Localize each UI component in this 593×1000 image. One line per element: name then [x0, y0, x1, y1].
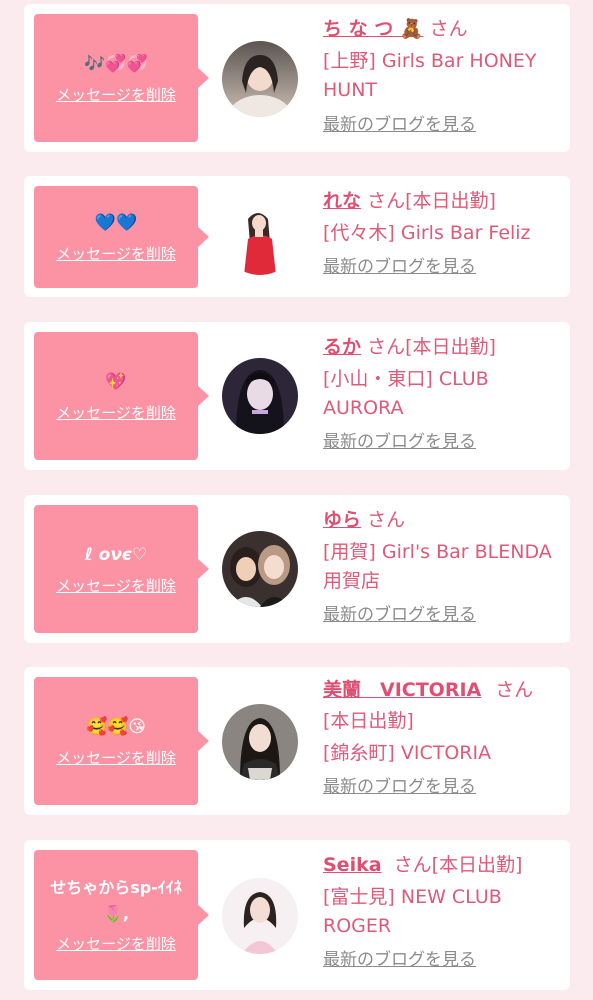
- honorific: さん: [495, 679, 534, 701]
- blog-link[interactable]: 最新のブログを見る: [323, 255, 476, 279]
- honorific: さん[本日出勤]: [367, 336, 496, 358]
- delete-message-link[interactable]: メッセージを削除: [56, 402, 176, 424]
- message-bubble: 💖 メッセージを削除: [34, 332, 209, 460]
- honorific: さん: [367, 509, 406, 531]
- delete-message-link[interactable]: メッセージを削除: [56, 747, 176, 769]
- blog-link[interactable]: 最新のブログを見る: [323, 603, 476, 627]
- blog-link[interactable]: 最新のブログを見る: [323, 775, 476, 799]
- status-line: [本日出勤]: [323, 710, 414, 732]
- shop-name: [錦糸町] VICTORIA: [323, 742, 492, 764]
- name-line: 美蘭 VICTORIA さん: [323, 675, 559, 705]
- message-text: 🥰🥰😘: [85, 717, 147, 737]
- message-text: 💖: [105, 372, 127, 392]
- avatar[interactable]: [222, 358, 298, 434]
- shop-name: [富士見] NEW CLUB ROGER: [323, 886, 502, 937]
- message-card: 🥰🥰😘 メッセージを削除 美蘭 VICTORIA さん [本日出勤] [錦糸町]…: [24, 667, 570, 815]
- shop-name: [上野] Girls Bar HONEY HUNT: [323, 50, 537, 101]
- name-line: ち な つ 🧸 さん: [323, 14, 559, 44]
- delete-message-link[interactable]: メッセージを削除: [56, 575, 176, 597]
- delete-message-link[interactable]: メッセージを削除: [56, 84, 176, 106]
- message-card: せちゃからsp-ｲｲﾈ🌷, メッセージを削除 Seika さん[本日出勤] [富…: [24, 840, 570, 990]
- cast-name-link[interactable]: Seika: [323, 854, 382, 876]
- cast-name-link[interactable]: ゆら: [323, 509, 361, 531]
- cast-name-link[interactable]: るか: [323, 336, 361, 358]
- blog-link[interactable]: 最新のブログを見る: [323, 113, 476, 137]
- name-line: れな さん[本日出勤]: [323, 186, 559, 216]
- message-card: 💙💙 メッセージを削除 れな さん[本日出勤] [代々木] Girls Bar …: [24, 176, 570, 297]
- avatar[interactable]: [222, 41, 298, 117]
- shop-name: [用賀] Girl's Bar BLENDA 用賀店: [323, 541, 552, 592]
- cast-info: ゆら さん [用賀] Girl's Bar BLENDA 用賀店 最新のブログを…: [323, 505, 559, 627]
- blog-link[interactable]: 最新のブログを見る: [323, 948, 476, 972]
- message-text: 🎶💞💞: [84, 54, 148, 74]
- message-card: ℓ ονє♡ メッセージを削除 ゆら さん [用賀] Girl's Bar BL…: [24, 495, 570, 643]
- cast-info: るか さん[本日出勤] [小山・東口] CLUB AURORA 最新のブログを見…: [323, 332, 559, 454]
- message-card: 💖 メッセージを削除 るか さん[本日出勤] [小山・東口] CLUB AURO…: [24, 322, 570, 470]
- shop-name: [代々木] Girls Bar Feliz: [323, 222, 531, 244]
- cast-info: ち な つ 🧸 さん [上野] Girls Bar HONEY HUNT 最新の…: [323, 14, 559, 137]
- message-text: せちゃからsp-ｲｲﾈ🌷,: [50, 878, 182, 923]
- name-line: ゆら さん: [323, 505, 559, 535]
- honorific: さん: [429, 18, 468, 40]
- cast-info: れな さん[本日出勤] [代々木] Girls Bar Feliz 最新のブログ…: [323, 186, 559, 279]
- message-bubble: 🎶💞💞 メッセージを削除: [34, 14, 209, 142]
- avatar[interactable]: [222, 199, 298, 275]
- cast-name-link[interactable]: れな: [323, 190, 361, 212]
- cast-info: Seika さん[本日出勤] [富士見] NEW CLUB ROGER 最新のブ…: [323, 850, 559, 972]
- message-bubble: 💙💙 メッセージを削除: [34, 186, 209, 288]
- message-text: 💙💙: [94, 213, 138, 233]
- name-line: Seika さん[本日出勤]: [323, 850, 559, 880]
- cast-name-link[interactable]: 美蘭 VICTORIA: [323, 679, 481, 701]
- delete-message-link[interactable]: メッセージを削除: [56, 243, 176, 265]
- shop-name: [小山・東口] CLUB AURORA: [323, 368, 489, 419]
- message-list: 🎶💞💞 メッセージを削除 ち な つ 🧸 さん [上野] Girls Bar H…: [0, 0, 593, 1000]
- honorific: さん[本日出勤]: [367, 190, 496, 212]
- message-text: ℓ ονє♡: [84, 545, 148, 565]
- message-bubble: ℓ ονє♡ メッセージを削除: [34, 505, 209, 633]
- cast-name-link[interactable]: ち な つ 🧸: [323, 18, 424, 40]
- avatar[interactable]: [222, 531, 298, 607]
- name-line: るか さん[本日出勤]: [323, 332, 559, 362]
- message-bubble: せちゃからsp-ｲｲﾈ🌷, メッセージを削除: [34, 850, 209, 980]
- avatar[interactable]: [222, 878, 298, 954]
- avatar[interactable]: [222, 704, 298, 780]
- honorific: さん[本日出勤]: [393, 854, 523, 876]
- message-card: 🎶💞💞 メッセージを削除 ち な つ 🧸 さん [上野] Girls Bar H…: [24, 4, 570, 152]
- message-bubble: 🥰🥰😘 メッセージを削除: [34, 677, 209, 805]
- cast-info: 美蘭 VICTORIA さん [本日出勤] [錦糸町] VICTORIA 最新の…: [323, 675, 559, 799]
- blog-link[interactable]: 最新のブログを見る: [323, 430, 476, 454]
- delete-message-link[interactable]: メッセージを削除: [56, 933, 176, 955]
